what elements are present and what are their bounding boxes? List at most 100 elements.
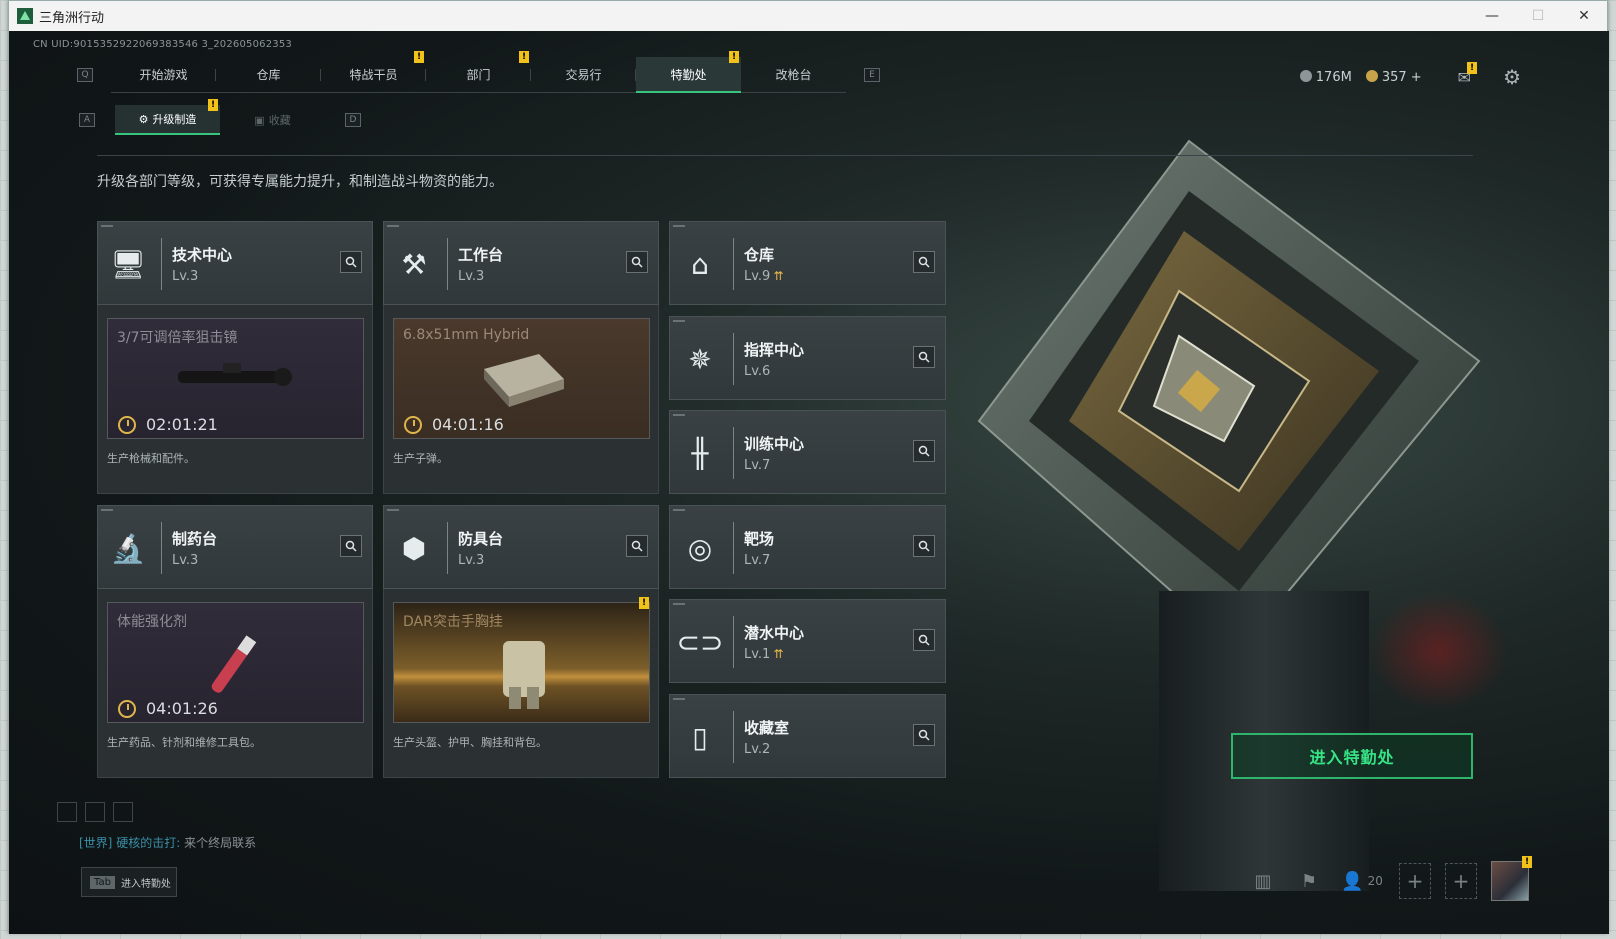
friends-icon[interactable]: 👤 20 <box>1339 863 1385 899</box>
settings-gear-icon[interactable]: ⚙ <box>1503 65 1521 89</box>
chat-message[interactable]: [世界] 硬核的击打: 来个终局联系 <box>79 834 256 851</box>
hud-bar: 176M 357 + ✉! ⚙ <box>1299 61 1521 89</box>
department-card-workbench: ⚒ 工作台 Lv.3 6.8x51mm Hybrid 04:01:16 生产子弹… <box>383 221 659 494</box>
window-title: 三角洲行动 <box>39 10 105 26</box>
department-name: 指挥中心 <box>744 341 805 359</box>
currency-hafcoin: 176M <box>1299 69 1352 85</box>
tab-departments[interactable]: 部门! <box>426 51 531 93</box>
chat-user: 硬核的击打: <box>116 836 181 850</box>
top-navigation: Q 开始游戏 仓库 特战干员! 部门! 交易行 特勤处! 改枪台 E <box>77 51 880 93</box>
add-teammate-button[interactable]: + <box>1445 863 1477 899</box>
tab-special-ops[interactable]: 特勤处! <box>636 51 741 93</box>
department-card-pharmacy: 🔬 制药台 Lv.3 体能强化剂 04:01:26 生产药品、针剂和维修工具包。 <box>97 505 373 778</box>
search-icon[interactable] <box>626 535 648 557</box>
upgrade-available-icon: ⇈ <box>773 647 784 661</box>
department-header[interactable]: ⬢ 防具台 Lv.3 <box>383 505 659 589</box>
search-icon[interactable] <box>913 440 935 462</box>
subnav-prev-key[interactable]: A <box>79 113 95 127</box>
minimize-button[interactable]: — <box>1469 1 1515 31</box>
department-name: 靶场 <box>744 530 775 548</box>
coin-gold-icon <box>1365 69 1378 82</box>
quick-slots <box>57 802 133 822</box>
department-header[interactable]: 🔬 制药台 Lv.3 <box>97 505 373 589</box>
department-card-collection[interactable]: ▯ 收藏室 Lv.2 <box>669 694 946 778</box>
clock-icon <box>118 699 136 718</box>
production-panel[interactable]: DAR突击手胸挂 ! 生产头盔、护甲、胸挂和背包。 <box>384 594 660 779</box>
department-card-command[interactable]: ✵ 指挥中心 Lv.6 <box>669 316 946 400</box>
currency-premium[interactable]: 357 + <box>1365 69 1422 85</box>
department-level: Lv.3 <box>172 553 199 568</box>
scope-image <box>178 363 292 386</box>
window-titlebar: 三角洲行动 — ☐ ✕ <box>9 1 1607 31</box>
department-name: 潜水中心 <box>744 624 805 642</box>
tab-operators[interactable]: 特战干员! <box>321 51 426 93</box>
department-card-warehouse[interactable]: ⌂ 仓库 Lv.9 ⇈ <box>669 221 946 305</box>
search-icon[interactable] <box>340 535 362 557</box>
tab-gunsmith[interactable]: 改枪台 <box>741 57 846 93</box>
department-name: 仓库 <box>744 246 775 264</box>
production-description: 生产头盔、护甲、胸挂和背包。 <box>393 736 547 749</box>
department-name: 制药台 <box>172 530 218 548</box>
quick-slot[interactable] <box>113 802 133 822</box>
tab-notification-badge: ! <box>414 51 424 63</box>
avatar-badge: ! <box>1522 856 1532 868</box>
search-icon[interactable] <box>913 251 935 273</box>
search-icon[interactable] <box>913 724 935 746</box>
stats-chart-icon[interactable]: ▥ <box>1247 863 1279 899</box>
department-card-diving[interactable]: ⊂⊃ 潜水中心 Lv.1 ⇈ <box>669 599 946 683</box>
maximize-button[interactable]: ☐ <box>1515 1 1561 31</box>
department-card-range[interactable]: ◎ 靶场 Lv.7 <box>669 505 946 589</box>
department-header[interactable]: 🖥 技术中心 Lv.3 <box>97 221 373 305</box>
quick-slot[interactable] <box>57 802 77 822</box>
production-slot[interactable]: 6.8x51mm Hybrid 04:01:16 <box>393 318 650 439</box>
game-window: 三角洲行动 — ☐ ✕ CN UID:9015352922069383546 3… <box>8 0 1609 934</box>
sub-navigation: A ⚙ 升级制造! ▣ 收藏 D <box>79 99 361 135</box>
search-icon[interactable] <box>913 629 935 651</box>
subtab-collection[interactable]: ▣ 收藏 <box>220 105 325 135</box>
subtab-upgrade-craft[interactable]: ⚙ 升级制造! <box>115 99 220 135</box>
tab-trade[interactable]: 交易行 <box>531 57 636 93</box>
add-teammate-button[interactable]: + <box>1399 863 1431 899</box>
chat-text: 来个终局联系 <box>184 836 257 850</box>
close-button[interactable]: ✕ <box>1561 1 1607 31</box>
production-description: 生产子弹。 <box>393 452 448 465</box>
production-panel[interactable]: 3/7可调倍率狙击镜 02:01:21 生产枪械和配件。 <box>98 310 374 495</box>
search-icon[interactable] <box>340 251 362 273</box>
injector-image <box>211 635 257 693</box>
production-slot[interactable]: DAR突击手胸挂 ! <box>393 597 650 723</box>
clock-icon <box>404 415 422 434</box>
nav-prev-key[interactable]: Q <box>77 68 93 82</box>
search-icon[interactable] <box>913 346 935 368</box>
red-glow <box>1369 591 1509 711</box>
production-slot[interactable]: 体能强化剂 04:01:26 <box>107 602 364 723</box>
vault-icon: ▯ <box>692 720 708 754</box>
search-icon[interactable] <box>913 535 935 557</box>
nav-next-key[interactable]: E <box>864 68 880 82</box>
tab-start-game[interactable]: 开始游戏 <box>111 57 216 93</box>
upgrade-icon: ⚙ <box>138 112 149 126</box>
department-card-training[interactable]: ╫ 训练中心 Lv.7 <box>669 410 946 494</box>
production-panel[interactable]: 6.8x51mm Hybrid 04:01:16 生产子弹。 <box>384 310 660 495</box>
chest-rig-image <box>503 641 545 709</box>
quick-slot[interactable] <box>85 802 105 822</box>
subnav-next-key[interactable]: D <box>345 113 361 127</box>
player-avatar[interactable]: ! <box>1491 856 1532 901</box>
mail-icon[interactable]: ✉! <box>1458 61 1478 87</box>
production-panel[interactable]: 体能强化剂 04:01:26 生产药品、针剂和维修工具包。 <box>98 594 374 779</box>
divider-line <box>97 155 1473 156</box>
search-icon[interactable] <box>626 251 648 273</box>
tab-hint[interactable]: Tab 进入特勤处 <box>81 867 177 897</box>
ammo-box-image <box>484 354 564 407</box>
production-timer: 04:01:16 <box>404 415 504 434</box>
flag-icon[interactable]: ⚑ <box>1293 863 1325 899</box>
monitor-icon: 🖥 <box>110 247 146 281</box>
tab-warehouse[interactable]: 仓库 <box>216 57 321 93</box>
department-level: Lv.9 ⇈ <box>744 269 784 284</box>
tab-key: Tab <box>90 875 115 889</box>
department-header[interactable]: ⚒ 工作台 Lv.3 <box>383 221 659 305</box>
enter-special-ops-button[interactable]: 进入特勤处 <box>1231 733 1473 779</box>
microscope-icon: 🔬 <box>110 531 146 565</box>
production-slot[interactable]: 3/7可调倍率狙击镜 02:01:21 <box>107 318 364 439</box>
armor-icon: ⬢ <box>401 531 427 565</box>
department-name: 训练中心 <box>744 435 805 453</box>
